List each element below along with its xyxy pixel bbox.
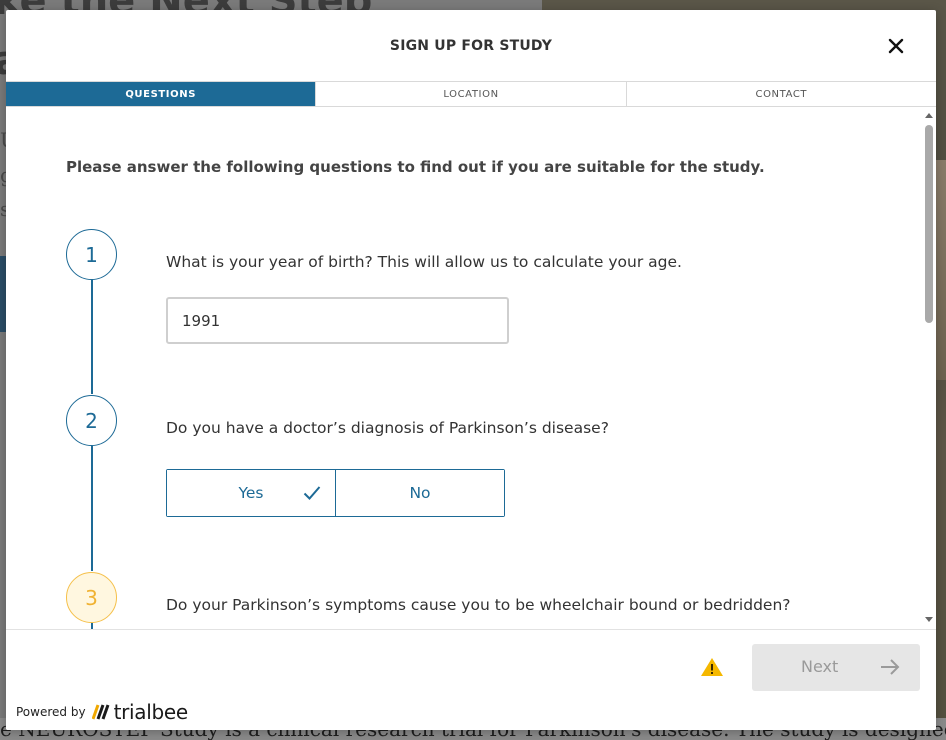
close-button[interactable] [884,34,908,58]
powered-by: Powered by trialbee [16,700,188,724]
step-connector-line [91,446,93,571]
year-of-birth-input[interactable] [166,297,509,344]
step-connector-line [91,279,93,394]
diagnosis-toggle: Yes No [166,469,505,517]
question-number-3: 3 [66,572,117,623]
yes-label: Yes [238,484,264,502]
no-label: No [409,484,431,502]
no-button[interactable]: No [335,470,504,516]
signup-modal: SIGN UP FOR STUDY QUESTIONS LOCATION CON… [6,10,936,730]
tab-location[interactable]: LOCATION [315,82,625,106]
tab-questions[interactable]: QUESTIONS [6,82,316,106]
question-1-text: What is your year of birth? This will al… [166,253,682,271]
step-tabs: QUESTIONS LOCATION CONTACT [6,81,936,107]
trialbee-brand: trialbee [91,700,189,724]
questions-panel: Please answer the following questions to… [6,107,936,629]
question-number-1: 1 [66,229,117,280]
scrollbar[interactable] [922,107,936,629]
question-3-text: Do your Parkinson’s symptoms cause you t… [166,596,791,614]
warning-icon [701,658,723,676]
trialbee-name: trialbee [113,700,189,724]
question-2-text: Do you have a doctor’s diagnosis of Park… [166,419,609,437]
modal-header: SIGN UP FOR STUDY [6,10,936,82]
close-icon [888,38,904,54]
scrollbar-thumb[interactable] [925,125,933,323]
next-label: Next [801,657,839,676]
trialbee-logo-icon [91,704,109,720]
question-number-2: 2 [66,395,117,446]
intro-text: Please answer the following questions to… [66,158,765,176]
tab-contact[interactable]: CONTACT [625,82,936,106]
modal-footer: Next Powered by trialbee [6,629,936,730]
arrow-right-icon [881,659,900,675]
check-icon [303,486,321,500]
modal-title: SIGN UP FOR STUDY [389,38,553,54]
scroll-up-icon[interactable] [925,113,933,118]
scroll-down-icon[interactable] [925,617,933,622]
yes-button[interactable]: Yes [167,470,335,516]
next-button[interactable]: Next [752,644,920,691]
powered-by-text: Powered by [16,705,86,719]
